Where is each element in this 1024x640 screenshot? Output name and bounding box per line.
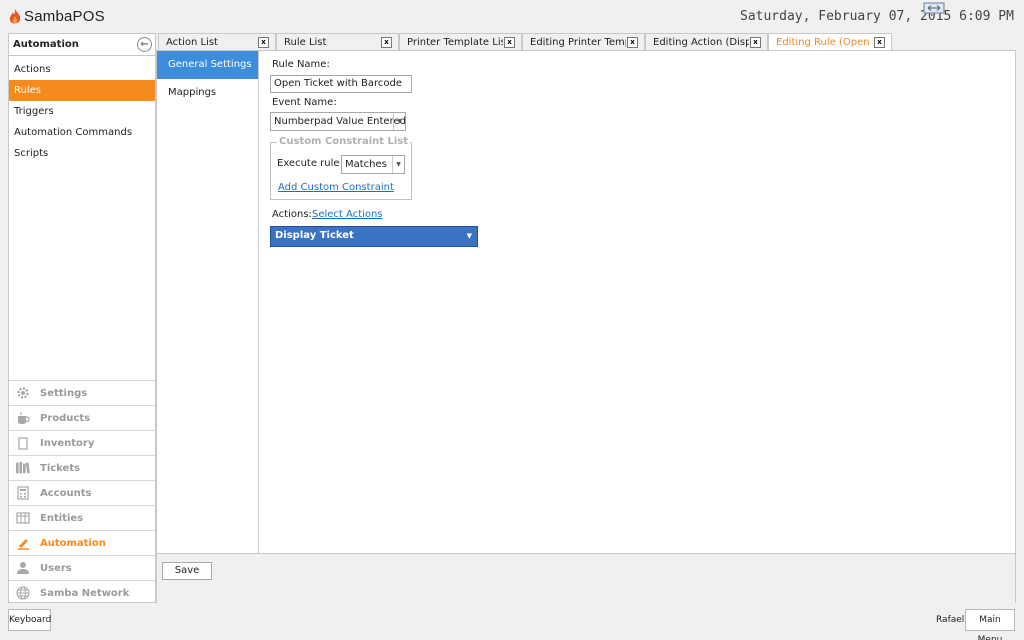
chevron-down-icon: ▼ [393, 113, 405, 130]
sidebar-header: Automation ← [9, 34, 155, 56]
globe-icon [16, 586, 30, 600]
execute-rule-select[interactable]: Matches ▼ [341, 155, 405, 174]
nav-products[interactable]: Products [9, 405, 155, 430]
sidebar-item-automation-commands[interactable]: Automation Commands [9, 122, 155, 143]
nav-inventory[interactable]: Inventory [9, 430, 155, 455]
tab-editing-printer-template[interactable]: Editing Printer Template x [522, 33, 645, 51]
close-icon[interactable]: x [381, 37, 392, 48]
add-custom-constraint-link[interactable]: Add Custom Constraint [278, 182, 394, 193]
execute-rule-label: Execute rule if [277, 158, 350, 169]
chevron-down-icon[interactable]: ▼ [467, 227, 472, 245]
box-icon [16, 436, 30, 450]
close-icon[interactable]: x [258, 37, 269, 48]
action-item[interactable]: Display Ticket ▼ [270, 226, 478, 247]
custom-constraint-title: Custom Constraint List [277, 136, 411, 147]
rule-form: Rule Name: Open Ticket with Barcode Even… [258, 51, 1015, 553]
nav-accounts[interactable]: Accounts [9, 480, 155, 505]
flame-icon [9, 8, 21, 23]
section-nav: General Settings Mappings [157, 51, 265, 553]
section-mappings[interactable]: Mappings [157, 79, 258, 107]
screen-toggle-icon[interactable] [923, 2, 945, 14]
sidebar-item-rules[interactable]: Rules [9, 80, 155, 101]
app-logo: SambaPOS [8, 8, 105, 25]
books-icon [16, 461, 30, 475]
document-tabs: Action List x Rule List x Printer Templa… [158, 33, 892, 52]
keyboard-button[interactable]: Keyboard [8, 609, 51, 631]
close-icon[interactable]: x [627, 37, 638, 48]
select-actions-link[interactable]: Select Actions [312, 209, 383, 220]
cup-icon [16, 411, 30, 425]
section-general-settings[interactable]: General Settings [157, 51, 265, 79]
close-icon[interactable]: x [750, 37, 761, 48]
tab-printer-template-list[interactable]: Printer Template List x [399, 33, 522, 51]
main-menu-button[interactable]: Main Menu [965, 609, 1015, 640]
sidebar-item-actions[interactable]: Actions [9, 59, 155, 80]
tab-editing-action[interactable]: Editing Action (Display Ticket) x [645, 33, 768, 51]
chevron-down-icon: ▼ [392, 156, 404, 173]
app-name: SambaPOS [24, 8, 105, 25]
event-name-label: Event Name: [272, 97, 337, 108]
nav-tickets[interactable]: Tickets [9, 455, 155, 480]
calculator-icon [16, 486, 30, 500]
close-icon[interactable]: x [504, 37, 515, 48]
nav-samba-network[interactable]: Samba Network [9, 580, 155, 605]
nav-entities[interactable]: Entities [9, 505, 155, 530]
nav-automation[interactable]: Automation [9, 530, 155, 555]
editor-panel: General Settings Mappings Rule Name: Ope… [156, 50, 1016, 604]
gear-icon [16, 386, 30, 400]
tab-rule-list[interactable]: Rule List x [276, 33, 399, 51]
sidebar-item-triggers[interactable]: Triggers [9, 101, 155, 122]
clock-display: Saturday, February 07, 2015 6:09 PM [740, 9, 1014, 24]
module-nav: Settings Products Inventory Tickets Acco… [9, 380, 155, 605]
event-name-select[interactable]: Numberpad Value Entered ▼ [270, 112, 406, 131]
close-icon[interactable]: x [874, 37, 885, 48]
back-arrow-icon[interactable]: ← [137, 37, 152, 52]
sidebar-title: Automation [13, 39, 79, 50]
rule-name-field[interactable]: Open Ticket with Barcode [270, 75, 412, 93]
save-button[interactable]: Save [162, 562, 212, 580]
left-sidebar: Automation ← Actions Rules Triggers Auto… [8, 33, 156, 603]
tab-action-list[interactable]: Action List x [158, 33, 276, 51]
actions-label: Actions: [272, 209, 312, 220]
pencil-icon [16, 536, 30, 550]
editor-footer: Save [157, 553, 1015, 604]
table-icon [16, 511, 30, 525]
rule-name-label: Rule Name: [272, 59, 330, 70]
sidebar-item-scripts[interactable]: Scripts [9, 143, 155, 164]
current-user: Rafael [936, 615, 965, 625]
custom-constraint-group: Custom Constraint List Execute rule if M… [270, 136, 412, 200]
nav-settings[interactable]: Settings [9, 380, 155, 405]
nav-users[interactable]: Users [9, 555, 155, 580]
user-icon [16, 561, 30, 575]
